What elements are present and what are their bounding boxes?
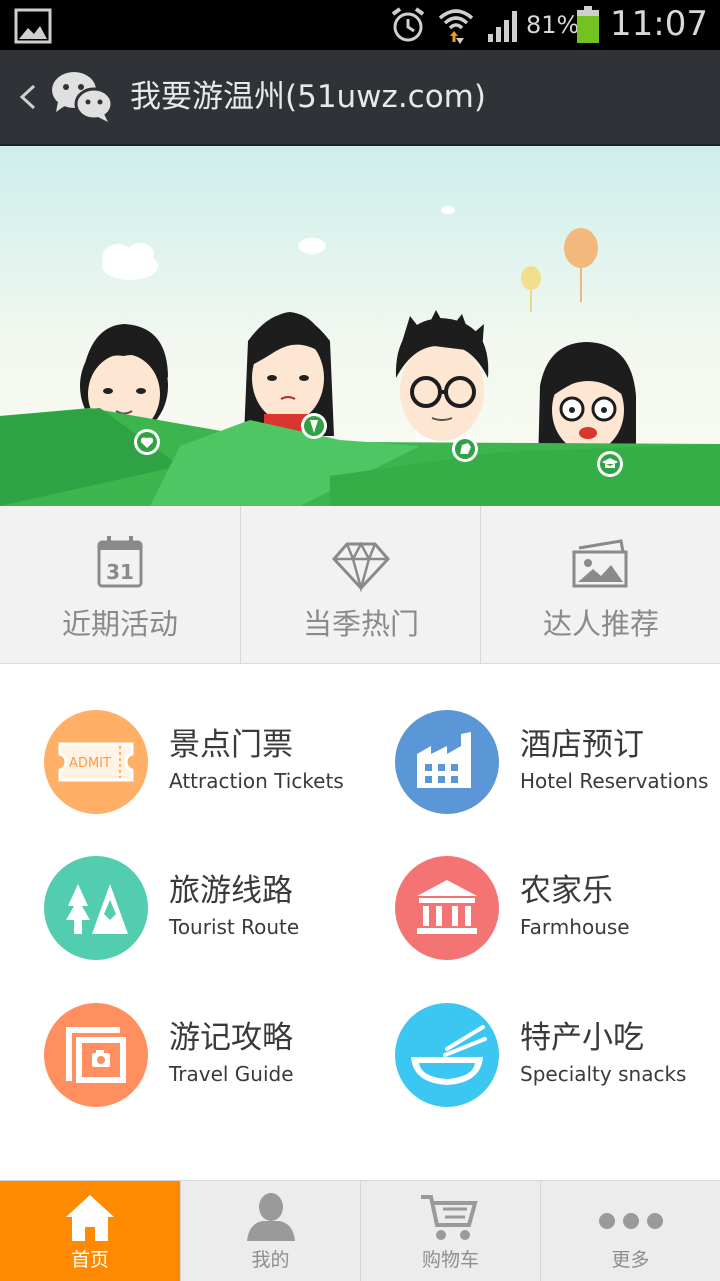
service-subtitle: Hotel Reservations [520, 769, 709, 793]
service-title: 旅游线路 [169, 873, 293, 909]
calendar-icon: 31 [90, 534, 150, 594]
category-expert-picks[interactable]: 达人推荐 [480, 506, 720, 663]
tab-label: 首页 [70, 1249, 109, 1271]
more-dots-icon [597, 1191, 663, 1243]
service-hotel-reservations[interactable]: 酒店预订 Hotel Reservations [395, 710, 720, 820]
clock: 11:07 [610, 4, 708, 44]
tab-label: 更多 [611, 1249, 650, 1271]
alarm-icon [390, 6, 426, 44]
service-subtitle: Travel Guide [169, 1062, 294, 1086]
service-title: 酒店预订 [520, 727, 644, 763]
mountain-trees-icon [44, 856, 148, 960]
back-chevron-icon [19, 84, 36, 110]
wifi-icon [436, 4, 476, 46]
wechat-icon [50, 68, 114, 124]
service-title: 特产小吃 [520, 1020, 644, 1056]
banner-illustration [0, 146, 720, 506]
category-label: 达人推荐 [542, 607, 659, 641]
photo-frame-icon [44, 1003, 148, 1107]
tab-mine[interactable]: 我的 [180, 1181, 360, 1281]
building-icon [395, 710, 499, 814]
status-bar: 81% 11:07 [0, 0, 720, 50]
service-subtitle: Attraction Tickets [169, 769, 344, 793]
page-title: 我要游温州(51uwz.com) [130, 79, 486, 115]
photos-icon [571, 534, 631, 594]
tab-cart[interactable]: 购物车 [360, 1181, 540, 1281]
gallery-icon [14, 8, 52, 44]
calendar-day: 31 [106, 560, 134, 584]
back-button[interactable] [10, 72, 44, 122]
category-seasonal-hot[interactable]: 当季热门 [240, 506, 480, 663]
ticket-icon: ADMIT [44, 710, 148, 814]
ticket-text: ADMIT [69, 756, 111, 771]
service-tourist-route[interactable]: 旅游线路 Tourist Route [44, 856, 374, 966]
bottom-tab-bar: 首页 我的 购物车 更多 [0, 1180, 720, 1281]
cart-icon [419, 1191, 479, 1243]
tab-home[interactable]: 首页 [0, 1181, 180, 1281]
hero-banner [0, 146, 720, 506]
service-farmhouse[interactable]: 农家乐 Farmhouse [395, 856, 720, 966]
tab-more[interactable]: 更多 [540, 1181, 720, 1281]
service-title: 景点门票 [169, 727, 293, 763]
user-icon [241, 1191, 301, 1243]
pen-badge-icon [301, 413, 327, 439]
heart-badge-icon [134, 429, 160, 455]
service-attraction-tickets[interactable]: ADMIT 景点门票 Attraction Tickets [44, 710, 374, 820]
battery-percent: 81% [526, 11, 580, 39]
battery-icon [576, 6, 600, 44]
category-label: 近期活动 [61, 607, 178, 641]
home-icon [60, 1191, 120, 1243]
service-subtitle: Tourist Route [169, 915, 300, 939]
service-travel-guide[interactable]: 游记攻略 Travel Guide [44, 1003, 374, 1113]
service-subtitle: Farmhouse [520, 915, 630, 939]
category-label: 当季热门 [302, 607, 419, 641]
category-bar: 31 近期活动 当季热门 达人推荐 [0, 506, 720, 664]
graduation-cap-badge-icon [597, 451, 623, 477]
service-specialty-snacks[interactable]: 特产小吃 Specialty snacks [395, 1003, 720, 1113]
category-recent-events[interactable]: 31 近期活动 [0, 506, 240, 663]
service-subtitle: Specialty snacks [520, 1062, 687, 1086]
diamond-icon [331, 534, 391, 594]
service-title: 农家乐 [520, 873, 613, 909]
signal-icon [486, 8, 522, 44]
pavilion-icon [395, 856, 499, 960]
rooster-badge-icon [452, 436, 478, 462]
tab-label: 我的 [251, 1249, 290, 1271]
title-bar: 我要游温州(51uwz.com) [0, 50, 720, 146]
service-title: 游记攻略 [169, 1020, 293, 1056]
noodle-bowl-icon [395, 1003, 499, 1107]
tab-label: 购物车 [421, 1249, 479, 1271]
